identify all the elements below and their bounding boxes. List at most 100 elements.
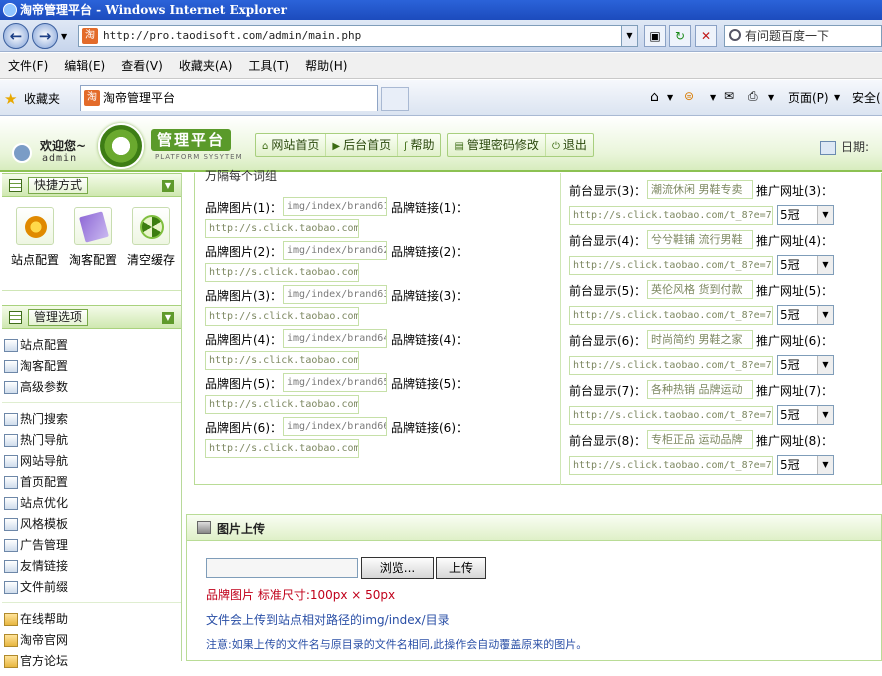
promo-display-input[interactable]: 英伦风格 货到付款 <box>647 280 753 299</box>
menu-tools[interactable]: 工具(T) <box>240 53 297 79</box>
promo-display-input[interactable]: 潮流休闲 男鞋专卖 <box>647 180 753 199</box>
nav-site-home[interactable]: ⌂ 网站首页 <box>256 134 327 156</box>
sidebar: 快捷方式 ▼ 站点配置 淘客配置 清空缓存 管理选项 ▼ 站点配置 淘客配置 高… <box>2 173 182 668</box>
brand-image-input[interactable]: img/index/brand64 <box>283 329 387 348</box>
brand-image-input[interactable]: img/index/brand61 <box>283 197 387 216</box>
stop-icon[interactable]: ✕ <box>695 25 717 47</box>
brand-link-input[interactable]: http://s.click.taobao.com <box>205 351 359 370</box>
promo-rank-select[interactable]: 5冠 ▼ <box>777 405 834 425</box>
menu-hot-search[interactable]: 热门搜索 <box>2 409 181 430</box>
nav-change-password[interactable]: ▤ 管理密码修改 <box>448 134 546 156</box>
forward-icon[interactable]: → <box>32 23 58 49</box>
compat-view-icon[interactable]: ▣ <box>644 25 666 47</box>
promo-display-label: 前台显示(5)： <box>569 284 646 298</box>
promo-url-input[interactable]: http://s.click.taobao.com/t_8?e=7K <box>569 306 773 325</box>
promo-rank-select[interactable]: 5冠 ▼ <box>777 355 834 375</box>
menu-hot-nav[interactable]: 热门导航 <box>2 430 181 451</box>
file-path-input[interactable] <box>206 558 358 578</box>
menu-help[interactable]: 帮助(H) <box>297 53 355 79</box>
brand-link-input[interactable]: http://s.click.taobao.com <box>205 263 359 282</box>
new-tab-button[interactable] <box>381 87 409 111</box>
address-bar[interactable]: 淘 http://pro.taodisoft.com/admin/main.ph… <box>78 25 638 47</box>
brand-link-label: 品牌链接(2)： <box>391 245 468 259</box>
safety-menu[interactable]: 安全( <box>852 89 881 106</box>
brand-image-input[interactable]: img/index/brand66 <box>283 417 387 436</box>
print-dropdown-icon[interactable]: ▼ <box>768 93 774 102</box>
nav-admin-home[interactable]: ▶ 后台首页 <box>326 134 399 156</box>
menu-taoke-config[interactable]: 淘客配置 <box>2 356 181 377</box>
top-nav: ⌂ 网站首页 ▶ 后台首页 ʃ 帮助 ▤ 管理密码修改 ⏻ 退出 <box>255 133 600 157</box>
rss-dropdown-icon[interactable]: ▼ <box>710 93 716 102</box>
path-note-dir: img/index/ <box>362 613 426 627</box>
search-input[interactable]: 有问题百度一下 <box>724 25 882 47</box>
menu-style-template[interactable]: 风格模板 <box>2 514 181 535</box>
address-dropdown-icon[interactable]: ▼ <box>621 26 637 46</box>
brand-link-input[interactable]: http://s.click.taobao.com <box>205 219 359 238</box>
home-icon[interactable]: ⌂ <box>650 89 659 105</box>
menu-official-site[interactable]: 淘帝官网 <box>2 630 181 651</box>
brand-link-input[interactable]: http://s.click.taobao.com <box>205 439 359 458</box>
menu-ad-manage[interactable]: 广告管理 <box>2 535 181 556</box>
menu-advanced-params[interactable]: 高级参数 <box>2 377 181 398</box>
page-menu[interactable]: 页面(P) <box>788 89 829 106</box>
menu-site-nav[interactable]: 网站导航 <box>2 451 181 472</box>
brand-link-input[interactable]: http://s.click.taobao.com <box>205 395 359 414</box>
history-dropdown-icon[interactable]: ▼ <box>61 32 67 41</box>
promo-rank-select[interactable]: 5冠 ▼ <box>777 205 834 225</box>
menu-view[interactable]: 查看(V) <box>113 53 171 79</box>
menu-home-config[interactable]: 首页配置 <box>2 472 181 493</box>
menu-label: 官方论坛 <box>20 654 69 668</box>
page-dropdown-icon[interactable]: ▼ <box>834 93 840 102</box>
promo-url-input[interactable]: http://s.click.taobao.com/t_8?e=7K <box>569 256 773 275</box>
back-icon[interactable]: ← <box>3 23 29 49</box>
promo-display-input[interactable]: 各种热销 品牌运动 <box>647 380 753 399</box>
favorites-star-icon[interactable]: ★ <box>4 90 17 108</box>
promo-display-input[interactable]: 专柜正品 运动品牌 <box>647 430 753 449</box>
menu-site-seo[interactable]: 站点优化 <box>2 493 181 514</box>
promo-url-input[interactable]: http://s.click.taobao.com/t_8?e=7K <box>569 456 773 475</box>
menu-online-help[interactable]: 在线帮助 <box>2 609 181 630</box>
menu-edit[interactable]: 编辑(E) <box>56 53 113 79</box>
menu-favorites[interactable]: 收藏夹(A) <box>171 53 241 79</box>
menu-site-config[interactable]: 站点配置 <box>2 335 181 356</box>
promo-url-input[interactable]: http://s.click.taobao.com/t_8?e=7K <box>569 206 773 225</box>
brand-image-input[interactable]: img/index/brand63 <box>283 285 387 304</box>
menu-official-forum[interactable]: 官方论坛 <box>2 651 181 672</box>
menu-file[interactable]: 文件(F) <box>0 53 56 79</box>
refresh-icon[interactable]: ↻ <box>669 25 691 47</box>
print-icon[interactable]: ⎙ <box>748 89 758 104</box>
collapse-icon[interactable]: ▼ <box>162 312 174 324</box>
menu-friend-links[interactable]: 友情链接 <box>2 556 181 577</box>
promo-rank-select[interactable]: 5冠 ▼ <box>777 305 834 325</box>
nav-help[interactable]: ʃ 帮助 <box>398 134 440 156</box>
promo-display-input[interactable]: 兮兮鞋铺 流行男鞋 <box>647 230 753 249</box>
list-icon <box>4 413 18 426</box>
mail-icon[interactable]: ✉ <box>724 89 734 103</box>
brand-link-input[interactable]: http://s.click.taobao.com <box>205 307 359 326</box>
rss-icon[interactable]: ⊜ <box>684 89 694 103</box>
promo-display-input[interactable]: 时尚简约 男鞋之家 <box>647 330 753 349</box>
admin-header: 欢迎您~ admin 管理平台 PLATFORM SYSYTEM ⌂ 网站首页 ▶… <box>0 117 882 172</box>
address-url[interactable]: http://pro.taodisoft.com/admin/main.php <box>103 29 361 42</box>
promo-rank-value: 5冠 <box>780 408 800 422</box>
shortcut-site-config[interactable]: 站点配置 <box>6 207 64 268</box>
brand-image-input[interactable]: img/index/brand62 <box>283 241 387 260</box>
shortcut-taoke-config[interactable]: 淘客配置 <box>64 207 122 268</box>
favorites-button[interactable]: 收藏夹 <box>24 90 60 107</box>
promo-rank-select[interactable]: 5冠 ▼ <box>777 255 834 275</box>
date-label: 日期: <box>841 140 870 154</box>
menu-label: 淘客配置 <box>20 359 69 373</box>
upload-button[interactable]: 上传 <box>436 557 486 579</box>
shortcut-clear-cache[interactable]: 清空缓存 <box>122 207 180 268</box>
promo-rank-select[interactable]: 5冠 ▼ <box>777 455 834 475</box>
browse-button[interactable]: 浏览... <box>361 557 434 579</box>
home-dropdown-icon[interactable]: ▼ <box>667 93 673 102</box>
promo-url-input[interactable]: http://s.click.taobao.com/t_8?e=7K <box>569 356 773 375</box>
collapse-icon[interactable]: ▼ <box>162 180 174 192</box>
menu-file-prefix[interactable]: 文件前缀 <box>2 577 181 598</box>
address-toolbar: ← → ▼ 淘 http://pro.taodisoft.com/admin/m… <box>0 20 882 52</box>
promo-url-input[interactable]: http://s.click.taobao.com/t_8?e=7K <box>569 406 773 425</box>
brand-image-input[interactable]: img/index/brand65 <box>283 373 387 392</box>
browser-tab[interactable]: 淘 淘帝管理平台 <box>80 85 378 111</box>
nav-logout[interactable]: ⏻ 退出 <box>546 134 593 156</box>
